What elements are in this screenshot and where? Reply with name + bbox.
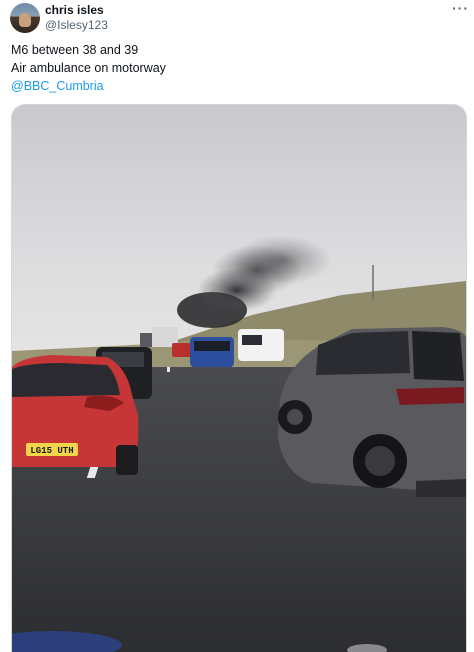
tweet-text-line-1: M6 between 38 and 39 xyxy=(11,43,139,57)
author-avatar[interactable] xyxy=(10,3,40,33)
motorway-photo-image: LG15 UTH xyxy=(12,105,466,652)
author-handle[interactable]: @Islesy123 xyxy=(45,18,108,32)
tweet-photo[interactable]: LG15 UTH xyxy=(11,104,467,652)
mention-link[interactable]: @BBC_Cumbria xyxy=(11,79,104,93)
tweet-text-line-2: Air ambulance on motorway xyxy=(11,61,166,75)
more-options-icon[interactable]: ··· xyxy=(452,0,469,16)
tweet-card: chris isles @Islesy123 ··· M6 between 38… xyxy=(0,0,474,652)
author-display-name[interactable]: chris isles xyxy=(45,3,104,17)
number-plate-text: LG15 UTH xyxy=(30,446,73,456)
